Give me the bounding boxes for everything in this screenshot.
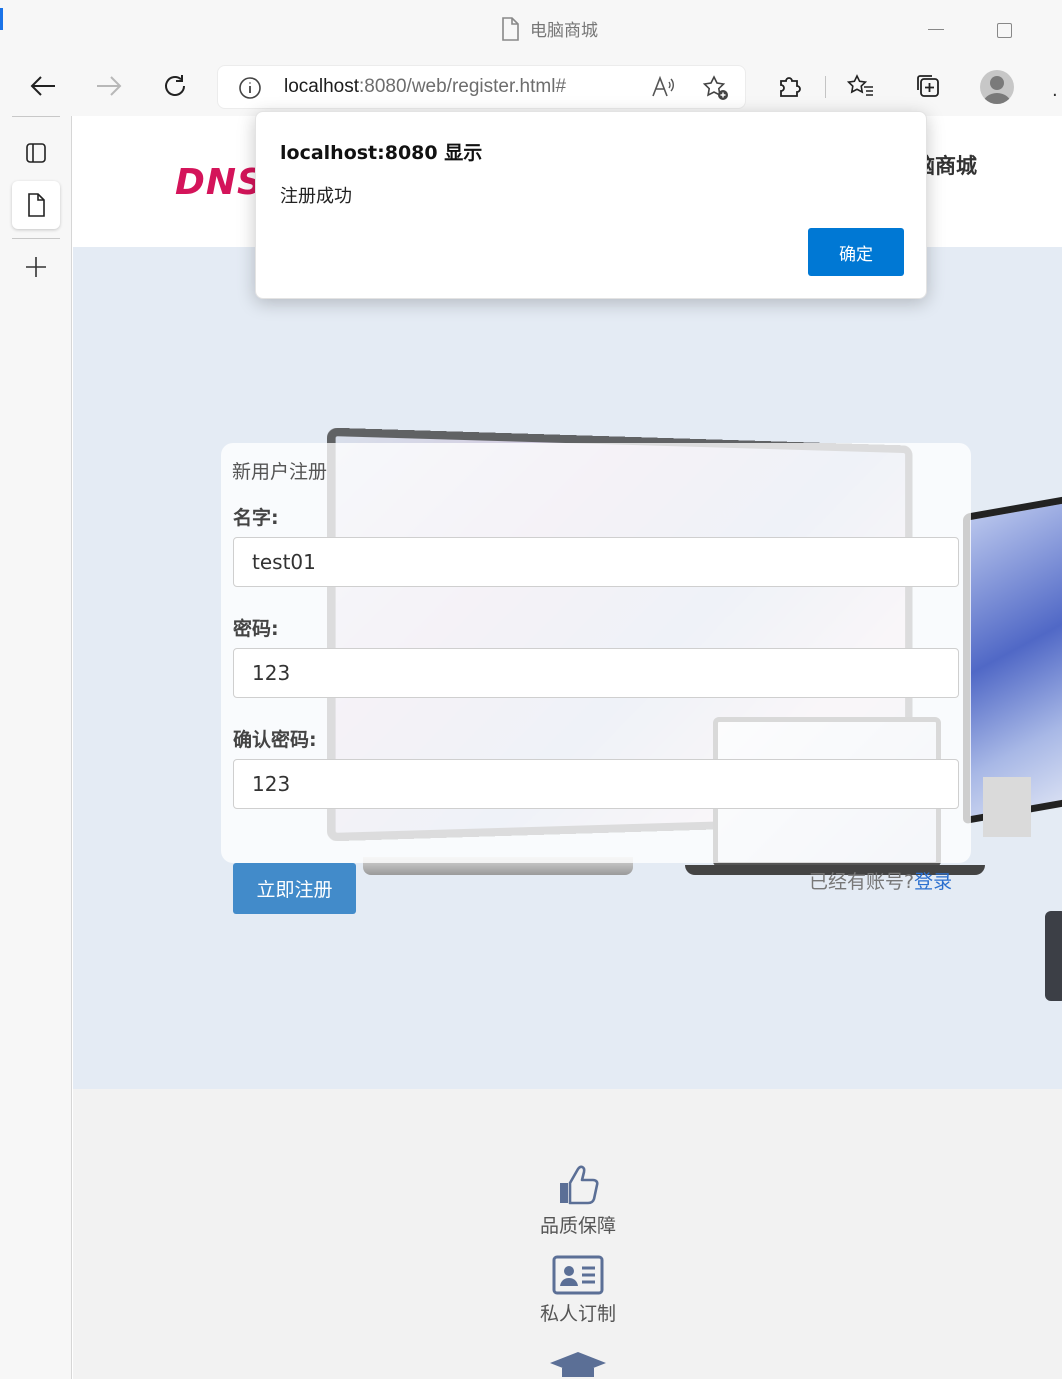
background-pc-image <box>983 777 1031 837</box>
extensions-button[interactable] <box>771 68 807 104</box>
background-speaker-image <box>1045 911 1062 1001</box>
tab-title[interactable]: 电脑商城 <box>500 16 598 41</box>
sidebar-divider <box>12 238 60 239</box>
window-titlebar: 电脑商城 <box>0 0 1062 58</box>
page-icon <box>28 193 45 217</box>
feature-education <box>518 1349 638 1379</box>
id-card-icon <box>552 1255 604 1295</box>
register-hero: 新用户注册 名字: test01 密码: 123 确认密码: 123 立即注册 … <box>73 247 1062 1089</box>
collections-icon <box>917 75 939 97</box>
refresh-icon <box>165 75 185 96</box>
new-tab-button[interactable] <box>12 243 60 291</box>
sidebar-tab-current[interactable] <box>12 181 60 229</box>
forward-button[interactable] <box>91 68 127 104</box>
graduation-cap-icon <box>550 1352 606 1377</box>
tab-actions-button[interactable] <box>12 129 60 177</box>
sidebar-divider <box>12 116 60 117</box>
back-button[interactable] <box>25 68 61 104</box>
dialog-title: localhost:8080 显示 <box>280 142 483 164</box>
address-path: :8080/web/register.html# <box>359 76 567 97</box>
alert-dialog: localhost:8080 显示 注册成功 确定 <box>255 111 927 299</box>
dialog-ok-button[interactable]: 确定 <box>808 228 904 276</box>
register-button[interactable]: 立即注册 <box>233 863 356 914</box>
login-hint: 已经有账号?登录 <box>809 867 952 894</box>
read-aloud-icon[interactable] <box>650 74 676 100</box>
vertical-tabs-sidebar <box>0 116 72 1379</box>
site-info-icon[interactable] <box>238 76 262 100</box>
favorites-button[interactable] <box>843 68 879 104</box>
maximize-button[interactable] <box>997 23 1012 38</box>
password-input[interactable]: 123 <box>233 648 959 698</box>
more-menu-button[interactable]: · <box>1052 85 1058 106</box>
collections-button[interactable] <box>910 68 946 104</box>
back-arrow-icon <box>30 76 55 96</box>
register-form: 新用户注册 名字: test01 密码: 123 确认密码: 123 <box>221 443 971 863</box>
thumbs-up-icon <box>560 1165 599 1205</box>
address-bar[interactable]: localhost:8080/web/register.html# <box>217 65 746 109</box>
plus-icon <box>26 257 46 277</box>
login-hint-text: 已经有账号? <box>809 871 915 893</box>
refresh-button[interactable] <box>157 68 193 104</box>
address-host: localhost <box>284 76 359 97</box>
user-icon <box>983 76 1011 104</box>
forward-arrow-icon <box>97 76 122 96</box>
confirm-password-input[interactable]: 123 <box>233 759 959 809</box>
tab-actions-icon <box>26 143 46 163</box>
background-monitor-image <box>963 489 1062 825</box>
feature-quality: 品质保障 <box>518 1163 638 1238</box>
window-accent <box>0 8 3 30</box>
form-title: 新用户注册 <box>232 461 328 483</box>
web-page: DNS 电脑商城 新用户注册 名字: test01 密码: 123 确认密码: … <box>73 116 1062 1379</box>
favorites-list-icon <box>847 74 873 96</box>
login-link[interactable]: 登录 <box>914 871 952 893</box>
password-label: 密码: <box>233 618 279 640</box>
add-favorite-icon[interactable] <box>702 74 730 102</box>
tab-title-label: 电脑商城 <box>530 21 598 41</box>
site-logo[interactable]: DNS <box>175 162 264 203</box>
browser-toolbar: localhost:8080/web/register.html# · <box>0 58 1062 116</box>
name-label: 名字: <box>233 507 279 529</box>
feature-label: 私人订制 <box>539 1303 616 1325</box>
page-icon <box>502 16 519 41</box>
dialog-message: 注册成功 <box>280 186 352 207</box>
profile-avatar[interactable] <box>980 70 1014 104</box>
site-footer: 品质保障 私人订制 <box>73 1089 1062 1379</box>
confirm-password-label: 确认密码: <box>233 729 317 751</box>
toolbar-separator <box>825 76 826 98</box>
feature-custom: 私人订制 <box>518 1255 638 1326</box>
name-input[interactable]: test01 <box>233 537 959 587</box>
puzzle-icon <box>780 77 801 97</box>
minimize-button[interactable] <box>928 29 944 30</box>
feature-label: 品质保障 <box>539 1215 616 1237</box>
address-text[interactable]: localhost:8080/web/register.html# <box>284 76 566 98</box>
